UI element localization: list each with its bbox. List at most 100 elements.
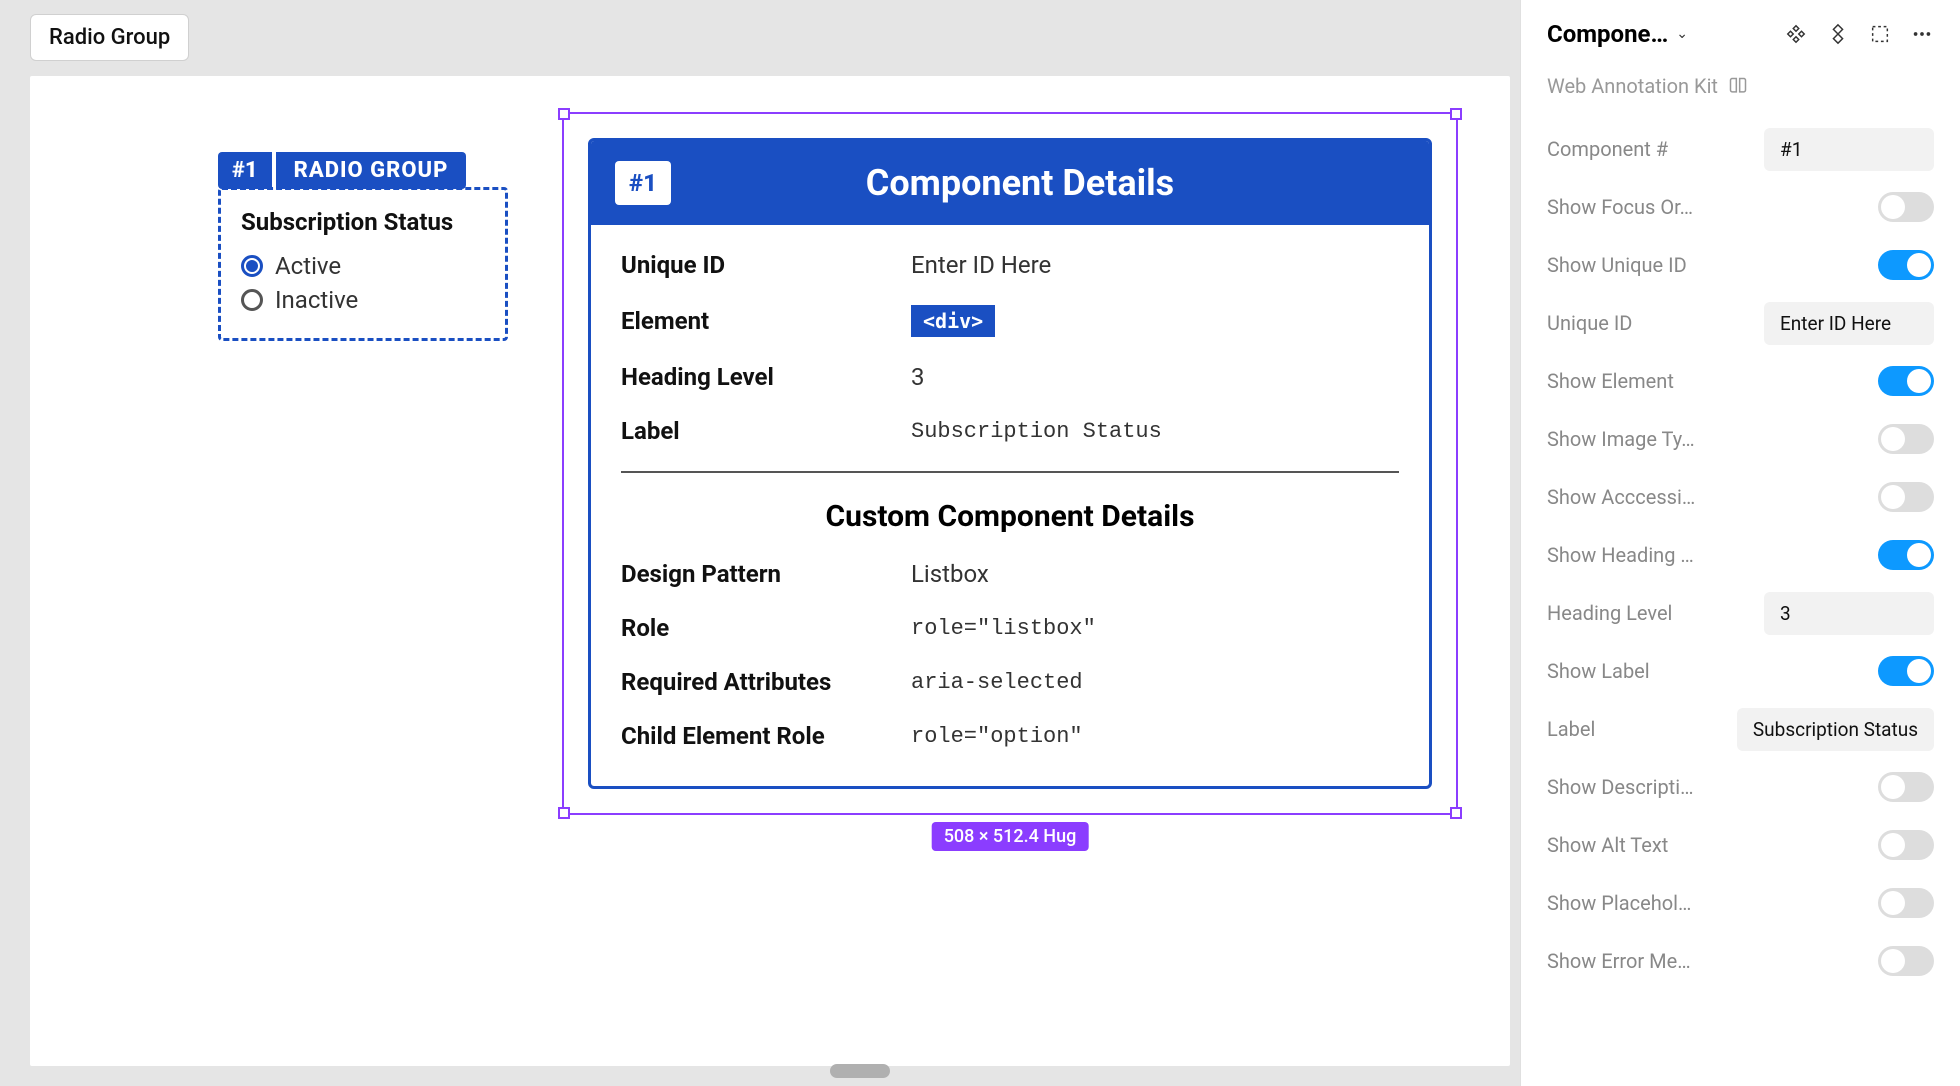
- property-label: Show Descripti…: [1547, 775, 1693, 799]
- property-toggle[interactable]: [1878, 366, 1934, 396]
- property-label: Show Heading …: [1547, 543, 1694, 567]
- chevron-down-icon: ⌄: [1676, 26, 1688, 42]
- property-row: Show Placehol…: [1547, 874, 1934, 932]
- toggle-knob: [1881, 485, 1905, 509]
- radio-selected-icon: [241, 255, 263, 277]
- detail-value: Subscription Status: [911, 419, 1162, 444]
- property-toggle[interactable]: [1878, 540, 1934, 570]
- property-row: Label Subscription Status: [1547, 700, 1934, 758]
- property-row: Show Error Me…: [1547, 932, 1934, 990]
- toggle-knob: [1881, 891, 1905, 915]
- properties-header: Compone… ⌄: [1547, 20, 1934, 48]
- toggle-knob: [1907, 659, 1931, 683]
- property-rows-container: Component # #1 Show Focus Or… Show Unique I…: [1547, 120, 1934, 990]
- annotation-type-badge: RADIO GROUP: [276, 152, 467, 189]
- detail-row-child-role: Child Element Role role="option": [621, 722, 1399, 750]
- property-label: Show Label: [1547, 659, 1650, 683]
- component-icon[interactable]: [1826, 22, 1850, 46]
- property-label: Show Image Ty…: [1547, 427, 1695, 451]
- detail-row-role: Role role="listbox": [621, 614, 1399, 642]
- selection-size-label: 508 × 512.4 Hug: [932, 822, 1089, 851]
- kit-link[interactable]: Web Annotation Kit: [1547, 74, 1934, 98]
- property-toggle[interactable]: [1878, 772, 1934, 802]
- radio-group-label: Subscription Status: [241, 208, 485, 236]
- property-row: Show Label: [1547, 642, 1934, 700]
- toggle-knob: [1881, 833, 1905, 857]
- radio-option-active[interactable]: Active: [241, 252, 485, 280]
- property-row: Show Focus Or…: [1547, 178, 1934, 236]
- property-row: Show Image Ty…: [1547, 410, 1934, 468]
- detail-label: Required Attributes: [621, 668, 911, 696]
- property-label: Component #: [1547, 137, 1668, 161]
- property-value-input[interactable]: 3: [1764, 592, 1934, 635]
- annotation-number-badge: #1: [218, 152, 272, 189]
- property-toggle[interactable]: [1878, 888, 1934, 918]
- property-toggle[interactable]: [1878, 250, 1934, 280]
- property-row: Heading Level 3: [1547, 584, 1934, 642]
- radio-group-outline: Subscription Status Active Inactive: [218, 187, 508, 341]
- detail-value: 3: [911, 363, 925, 391]
- property-label: Show Alt Text: [1547, 833, 1668, 857]
- property-value-input[interactable]: Subscription Status: [1737, 708, 1934, 751]
- kit-name: Web Annotation Kit: [1547, 74, 1718, 98]
- component-selector[interactable]: Compone… ⌄: [1547, 20, 1784, 48]
- resize-handle-br[interactable]: [1450, 807, 1462, 819]
- selection-outline: #1 Component Details Unique ID Enter ID …: [562, 112, 1458, 815]
- details-card-header: #1 Component Details: [591, 141, 1429, 225]
- bounds-icon[interactable]: [1868, 22, 1892, 46]
- variants-icon[interactable]: [1784, 22, 1808, 46]
- properties-title: Compone…: [1547, 20, 1668, 48]
- radio-group-annotation[interactable]: #1 RADIO GROUP Subscription Status Activ…: [218, 152, 508, 341]
- property-toggle[interactable]: [1878, 946, 1934, 976]
- more-icon[interactable]: [1910, 22, 1934, 46]
- detail-value: Listbox: [911, 560, 989, 588]
- property-label: Show Focus Or…: [1547, 195, 1693, 219]
- resize-handle-tr[interactable]: [1450, 108, 1462, 120]
- radio-unselected-icon: [241, 289, 263, 311]
- detail-row-unique-id: Unique ID Enter ID Here: [621, 251, 1399, 279]
- property-value-input[interactable]: #1: [1764, 128, 1934, 171]
- detail-row-element: Element <div>: [621, 305, 1399, 337]
- details-number-badge: #1: [615, 161, 671, 205]
- component-details-card[interactable]: #1 Component Details Unique ID Enter ID …: [588, 138, 1432, 789]
- book-icon: [1728, 76, 1748, 96]
- properties-panel: Compone… ⌄ Web Annotation Kit: [1520, 0, 1960, 1086]
- detail-label: Label: [621, 417, 911, 445]
- radio-option-inactive[interactable]: Inactive: [241, 286, 485, 314]
- property-label: Show Element: [1547, 369, 1674, 393]
- property-row: Show Unique ID: [1547, 236, 1934, 294]
- property-row: Show Element: [1547, 352, 1934, 410]
- property-toggle[interactable]: [1878, 482, 1934, 512]
- property-label: Heading Level: [1547, 601, 1672, 625]
- property-label: Unique ID: [1547, 311, 1632, 335]
- resize-handle-bl[interactable]: [558, 807, 570, 819]
- selected-element[interactable]: #1 Component Details Unique ID Enter ID …: [562, 112, 1458, 815]
- detail-label: Child Element Role: [621, 722, 911, 750]
- resize-handle-tl[interactable]: [558, 108, 570, 120]
- horizontal-scrollbar[interactable]: [830, 1064, 890, 1078]
- radio-option-label: Inactive: [275, 286, 358, 314]
- property-label: Label: [1547, 717, 1595, 741]
- radio-option-label: Active: [275, 252, 341, 280]
- property-label: Show Error Me…: [1547, 949, 1691, 973]
- property-label: Show Unique ID: [1547, 253, 1687, 277]
- property-row: Show Descripti…: [1547, 758, 1934, 816]
- property-label: Show Placehol…: [1547, 891, 1691, 915]
- divider: [621, 471, 1399, 473]
- detail-value: role="option": [911, 724, 1083, 749]
- property-toggle[interactable]: [1878, 656, 1934, 686]
- frame-label-tab[interactable]: Radio Group: [30, 14, 189, 61]
- property-row: Show Acccessi…: [1547, 468, 1934, 526]
- toggle-knob: [1881, 427, 1905, 451]
- property-toggle[interactable]: [1878, 192, 1934, 222]
- detail-value: Enter ID Here: [911, 251, 1051, 279]
- element-tag-badge: <div>: [911, 305, 995, 337]
- property-toggle[interactable]: [1878, 830, 1934, 860]
- property-toggle[interactable]: [1878, 424, 1934, 454]
- property-label: Show Acccessi…: [1547, 485, 1695, 509]
- toggle-knob: [1907, 369, 1931, 393]
- property-value-input[interactable]: Enter ID Here: [1764, 302, 1934, 345]
- detail-row-heading-level: Heading Level 3: [621, 363, 1399, 391]
- details-subheader: Custom Component Details: [621, 499, 1399, 534]
- canvas-area[interactable]: Radio Group #1 RADIO GROUP Subscription …: [0, 0, 1520, 1086]
